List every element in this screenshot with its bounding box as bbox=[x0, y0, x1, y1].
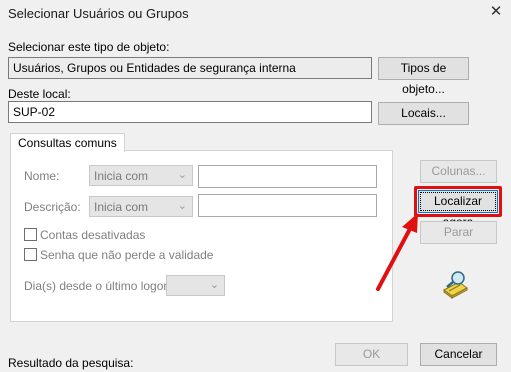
ok-button[interactable]: OK bbox=[335, 343, 408, 366]
cancel-button[interactable]: Cancelar bbox=[420, 343, 497, 366]
non-expiring-password-checkbox[interactable] bbox=[24, 248, 37, 261]
object-type-label: Selecionar este tipo de objeto: bbox=[8, 40, 170, 54]
stop-button[interactable]: Parar bbox=[420, 221, 497, 244]
days-since-logon-label: Dia(s) desde o último logon: bbox=[24, 279, 174, 293]
object-type-field: Usuários, Grupos ou Entidades de seguran… bbox=[8, 57, 372, 79]
chevron-down-icon: ⌄ bbox=[177, 200, 187, 212]
columns-button[interactable]: Colunas... bbox=[420, 160, 497, 183]
results-label: Resultado da pesquisa: bbox=[8, 356, 134, 370]
days-since-logon-select[interactable]: ⌄ bbox=[166, 275, 225, 296]
close-icon[interactable]: ✕ bbox=[488, 4, 504, 20]
description-label: Descrição: bbox=[24, 200, 81, 214]
location-field: SUP-02 bbox=[8, 101, 372, 123]
find-now-button[interactable]: Localizar agora bbox=[418, 190, 498, 229]
name-mode-select[interactable]: Inicia com ⌄ bbox=[89, 165, 193, 186]
chevron-down-icon: ⌄ bbox=[177, 169, 187, 181]
description-input[interactable] bbox=[198, 194, 377, 217]
name-mode-value: Inicia com bbox=[94, 169, 149, 183]
description-mode-select[interactable]: Inicia com ⌄ bbox=[89, 196, 193, 217]
description-mode-value: Inicia com bbox=[94, 200, 149, 214]
location-label: Deste local: bbox=[8, 87, 71, 101]
dialog-title: Selecionar Usuários ou Grupos bbox=[8, 6, 189, 21]
disabled-accounts-checkbox[interactable] bbox=[24, 228, 37, 241]
arrow-annotation bbox=[376, 213, 418, 291]
disabled-accounts-label: Contas desativadas bbox=[40, 228, 146, 242]
chevron-down-icon: ⌄ bbox=[209, 279, 219, 291]
search-flashlight-icon bbox=[441, 268, 473, 300]
tab-common-queries[interactable]: Consultas comuns bbox=[10, 133, 125, 152]
non-expiring-password-label: Senha que não perde a validade bbox=[40, 248, 214, 262]
name-input[interactable] bbox=[198, 165, 377, 188]
name-label: Nome: bbox=[24, 169, 60, 183]
locations-button[interactable]: Locais... bbox=[378, 102, 469, 125]
object-types-button[interactable]: Tipos de objeto... bbox=[378, 57, 469, 96]
